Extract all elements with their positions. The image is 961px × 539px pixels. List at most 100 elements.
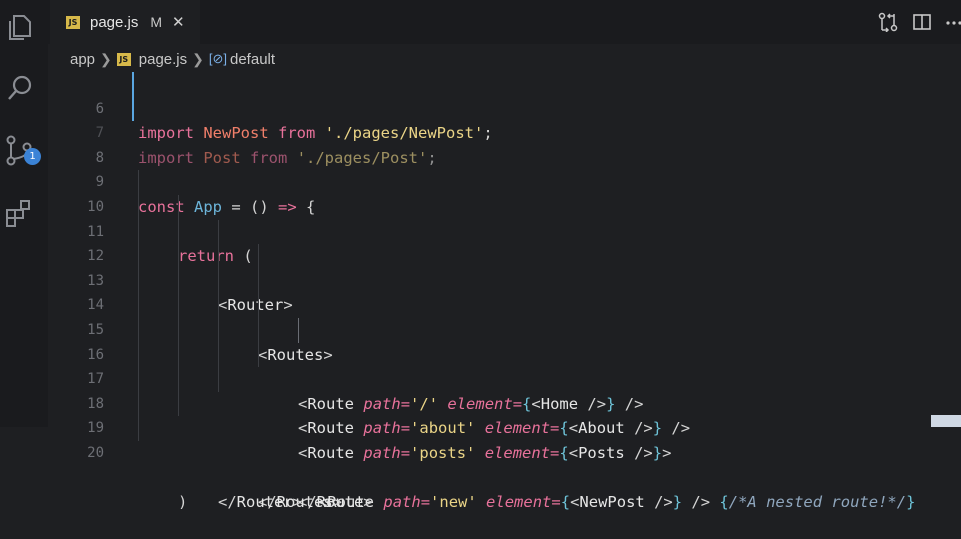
token: = [420,493,431,512]
token: NewPost [579,493,645,512]
indent-guide [138,219,139,245]
breadcrumb: app ❯ JS page.js ❯ [⊘] default [70,48,275,70]
indent-guide [298,318,299,343]
code-editor[interactable]: 6 import NewPost from './pages/NewPost';… [48,72,961,511]
breadcrumb-symbol[interactable]: default [230,51,275,68]
indent-guide [138,293,139,318]
token: /> [682,493,711,512]
token: /*A nested route!*/ [728,493,907,512]
indent-guide [138,391,139,417]
indent-guide [138,170,139,195]
code-line: 12 <Routes> [48,219,961,364]
code-line: 11 <Router> [48,195,961,314]
token: { [559,443,569,462]
indent-guide [218,244,219,269]
code-line: 6 import NewPost from './pages/NewPost'; [48,72,961,143]
indent-guide [178,391,179,417]
indent-guide [138,268,139,294]
source-control-icon[interactable]: 1 [4,135,41,167]
code-line: 10 return ( [48,170,961,265]
token: > [363,493,373,512]
overlay-widget [931,415,961,427]
indent-guide [258,342,259,368]
javascript-file-icon: JS [116,52,131,66]
search-icon[interactable] [4,72,36,104]
token: = [400,443,411,462]
indent-guide [218,342,219,368]
tab-page-js[interactable]: JS page.js M ✕ [50,0,200,45]
indent-guide [178,219,179,245]
indent-guide [178,318,179,343]
indent-guide [258,318,259,343]
symbol-variable-icon: [⊘] [208,51,227,66]
indent-guide [258,293,259,318]
token: 'posts' [410,443,476,462]
code-line: 18 </Routes> [48,367,961,511]
code-line: 14 <Route path='about' element={<About /… [48,268,961,437]
code-line: 13 <Route path='/' element={<Home />} /> [48,244,961,413]
code-line: 9 const App = () => { [48,146,961,216]
code-line: 17 </Route> [48,342,961,511]
breadcrumb-folder[interactable]: app [70,51,95,68]
indent-guide [138,318,139,343]
split-editor-icon[interactable] [910,10,934,34]
token: > [292,493,303,512]
code-line: 15 <Route path='posts' element={<Posts /… [48,293,961,462]
indent-guide [138,244,139,269]
token: path [383,493,421,512]
indent-guide [218,318,219,343]
code-line: 20 ) [48,416,961,511]
indent-guide [258,244,259,269]
more-actions-icon[interactable] [942,10,961,34]
token: ) [178,493,188,512]
token: = [550,443,560,462]
token: = [551,493,561,512]
token: { [560,493,571,512]
tab-label: page.js [90,13,139,31]
token: > [332,493,343,512]
code-line: 8 [48,121,961,166]
source-control-badge: 1 [24,148,41,165]
indent-guide [218,293,219,318]
token: path [363,443,401,462]
indent-guide [178,195,179,220]
code-line: 16 <Route path='new' element={<NewPost /… [48,318,961,511]
token: Route [307,443,355,462]
indent-guide [138,416,139,441]
token: /> [644,493,673,512]
indent-guide [178,293,179,318]
tab-close-icon[interactable]: ✕ [172,13,185,31]
token: { [719,493,729,512]
indent-guide [138,342,139,368]
indent-guide [138,367,139,392]
indent-guide [178,342,179,368]
explorer-icon[interactable] [4,12,36,44]
token: 'new' [430,493,477,512]
indent-guide [178,244,179,269]
compare-changes-icon[interactable] [876,10,900,34]
tab-modified-indicator: M [150,14,163,30]
indent-guide [138,195,139,220]
breadcrumb-file[interactable]: page.js [139,51,187,68]
code-line: 19 </Router> [48,391,961,511]
token: </ [218,493,237,512]
token: < [568,443,579,462]
tab-bar: JS page.js M ✕ [48,0,961,45]
line-number: 20 [87,444,104,461]
indent-guide [258,268,259,294]
indent-guide [218,367,219,392]
token: element [486,493,552,512]
chevron-right-icon: ❯ [192,50,204,67]
code-line: 7 import Post from './pages/Post'; [48,97,961,167]
token: } [672,493,683,512]
indent-guide [218,268,219,294]
indent-guide [218,219,219,245]
indent-guide [178,268,179,294]
extensions-icon[interactable] [4,198,36,230]
chevron-right-icon: ❯ [100,50,112,67]
token: element [484,443,551,462]
